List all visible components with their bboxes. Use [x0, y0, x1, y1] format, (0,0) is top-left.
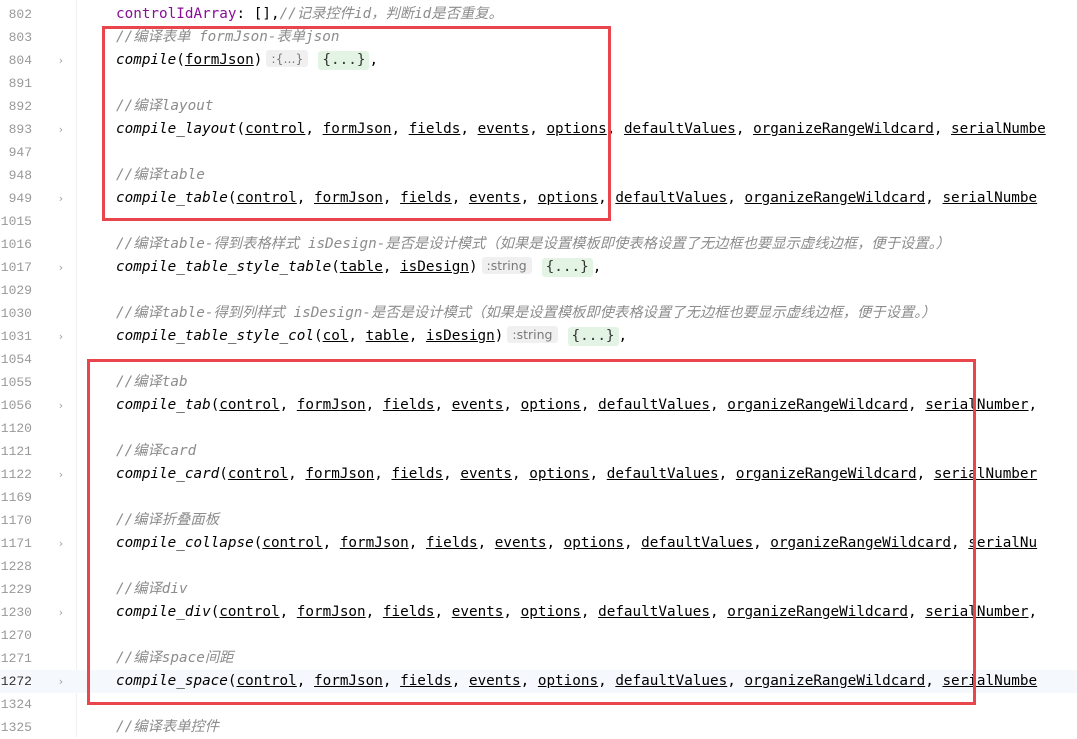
chevron-right-icon[interactable]: ›	[55, 670, 67, 693]
line-number: 1055	[0, 375, 32, 390]
parameter-name: table	[339, 259, 383, 275]
line-number: 1171	[0, 536, 32, 551]
line-number: 1270	[0, 628, 32, 643]
code-line[interactable]: 1325 //编译表单控件	[0, 716, 1077, 739]
code-token: ,	[1028, 604, 1038, 620]
line-number: 1017	[0, 260, 32, 275]
parameter-name: defaultValues	[623, 121, 736, 137]
parameter-name: defaultValues	[615, 190, 728, 206]
code-token: ,	[618, 328, 628, 344]
chevron-right-icon[interactable]: ›	[55, 118, 67, 141]
line-number: 1229	[0, 582, 32, 597]
folded-region[interactable]: {...}	[567, 327, 619, 346]
line-number: 803	[8, 30, 32, 45]
highlight-box-compile-group	[102, 26, 611, 221]
line-number: 802	[8, 7, 32, 22]
code-token: (	[313, 328, 323, 344]
line-number: 804	[8, 53, 32, 68]
code-line[interactable]: 1031 › compile_table_style_col(col, table,…	[0, 325, 1077, 348]
code-token: controlIdArray	[116, 6, 237, 22]
line-number: 1272	[0, 674, 32, 689]
line-number: 1015	[0, 214, 32, 229]
folded-region[interactable]: {...}	[541, 258, 593, 277]
line-number: 1029	[0, 283, 32, 298]
parameter-name: table	[365, 328, 409, 344]
code-token: ,	[933, 121, 952, 137]
parameter-name: organizeRangeWildcard	[744, 190, 926, 206]
parameter-name: col	[322, 328, 349, 344]
line-number: 1169	[0, 490, 32, 505]
parameter-name: serialNumbe	[942, 190, 1038, 206]
code-editor[interactable]: 802 controlIdArray: [],//记录控件id，判断id是否重复。…	[0, 0, 1077, 737]
code-comment: //编译table-得到列样式 isDesign-是否是设计模式（如果是设置模板…	[116, 305, 936, 321]
code-token: : [],	[236, 6, 280, 22]
code-comment: //编译table-得到表格样式 isDesign-是否是设计模式（如果是设置模…	[116, 236, 951, 252]
line-number: 1324	[0, 697, 32, 712]
code-comment: //记录控件id，判断id是否重复。	[279, 6, 503, 22]
line-number: 1120	[0, 421, 32, 436]
code-comment: //编译表单控件	[116, 719, 219, 735]
code-token: )	[468, 259, 478, 275]
chevron-right-icon[interactable]: ›	[55, 49, 67, 72]
code-token: ,	[592, 259, 602, 275]
code-text: compile_table_style_table(table, isDesig…	[116, 256, 601, 279]
chevron-right-icon[interactable]: ›	[55, 394, 67, 417]
inlay-type-hint: :string	[481, 257, 532, 274]
line-number: 1122	[0, 467, 32, 482]
code-token: ,	[735, 121, 754, 137]
code-token: ,	[382, 259, 401, 275]
line-number: 1030	[0, 306, 32, 321]
line-number: 948	[8, 168, 32, 183]
code-text: //编译表单控件	[116, 716, 219, 739]
parameter-name: isDesign	[425, 328, 495, 344]
chevron-right-icon[interactable]: ›	[55, 325, 67, 348]
code-token: (	[331, 259, 340, 275]
code-token: ,	[408, 328, 426, 344]
line-number: 1170	[0, 513, 32, 528]
code-line[interactable]: 802 controlIdArray: [],//记录控件id，判断id是否重复。	[0, 3, 1077, 26]
line-number: 1056	[0, 398, 32, 413]
code-line[interactable]: 1029	[0, 279, 1077, 302]
code-token: ,	[348, 328, 366, 344]
code-line[interactable]: 1017 › compile_table_style_table(table, is…	[0, 256, 1077, 279]
code-text: controlIdArray: [],//记录控件id，判断id是否重复。	[116, 3, 503, 26]
inlay-type-hint: :string	[507, 326, 558, 343]
function-name: compile_table_style_table	[116, 259, 332, 275]
chevron-right-icon[interactable]: ›	[55, 256, 67, 279]
parameter-name: serialNumbe	[951, 121, 1046, 137]
chevron-right-icon[interactable]: ›	[55, 601, 67, 624]
line-number: 891	[8, 76, 32, 91]
code-token: )	[494, 328, 504, 344]
line-number: 1228	[0, 559, 32, 574]
parameter-name: organizeRangeWildcard	[753, 121, 934, 137]
chevron-right-icon[interactable]: ›	[55, 532, 67, 555]
line-number: 949	[8, 191, 32, 206]
chevron-right-icon[interactable]: ›	[55, 463, 67, 486]
code-token: ,	[727, 190, 745, 206]
code-line[interactable]: 1016 //编译table-得到表格样式 isDesign-是否是设计模式（如果…	[0, 233, 1077, 256]
parameter-name: isDesign	[400, 259, 469, 275]
line-number: 1016	[0, 237, 32, 252]
line-number: 1271	[0, 651, 32, 666]
code-text: compile_table_style_col(col, table, isDe…	[116, 325, 627, 348]
line-number: 947	[8, 145, 32, 160]
highlight-box-compile-components	[87, 359, 976, 705]
line-number: 892	[8, 99, 32, 114]
function-name: compile_table_style_col	[116, 328, 314, 344]
line-number: 1230	[0, 605, 32, 620]
chevron-right-icon[interactable]: ›	[55, 187, 67, 210]
line-number: 1031	[0, 329, 32, 344]
line-number: 1121	[0, 444, 32, 459]
code-token: ,	[1028, 397, 1038, 413]
code-line[interactable]: 1030 //编译table-得到列样式 isDesign-是否是设计模式（如果是…	[0, 302, 1077, 325]
parameter-name: serialNu	[968, 535, 1038, 551]
line-number: 1325	[0, 720, 32, 735]
code-text: //编译table-得到表格样式 isDesign-是否是设计模式（如果是设置模…	[116, 233, 950, 256]
code-token: ,	[925, 190, 943, 206]
code-text: //编译table-得到列样式 isDesign-是否是设计模式（如果是设置模板…	[116, 302, 936, 325]
line-number: 893	[8, 122, 32, 137]
line-number: 1054	[0, 352, 32, 367]
